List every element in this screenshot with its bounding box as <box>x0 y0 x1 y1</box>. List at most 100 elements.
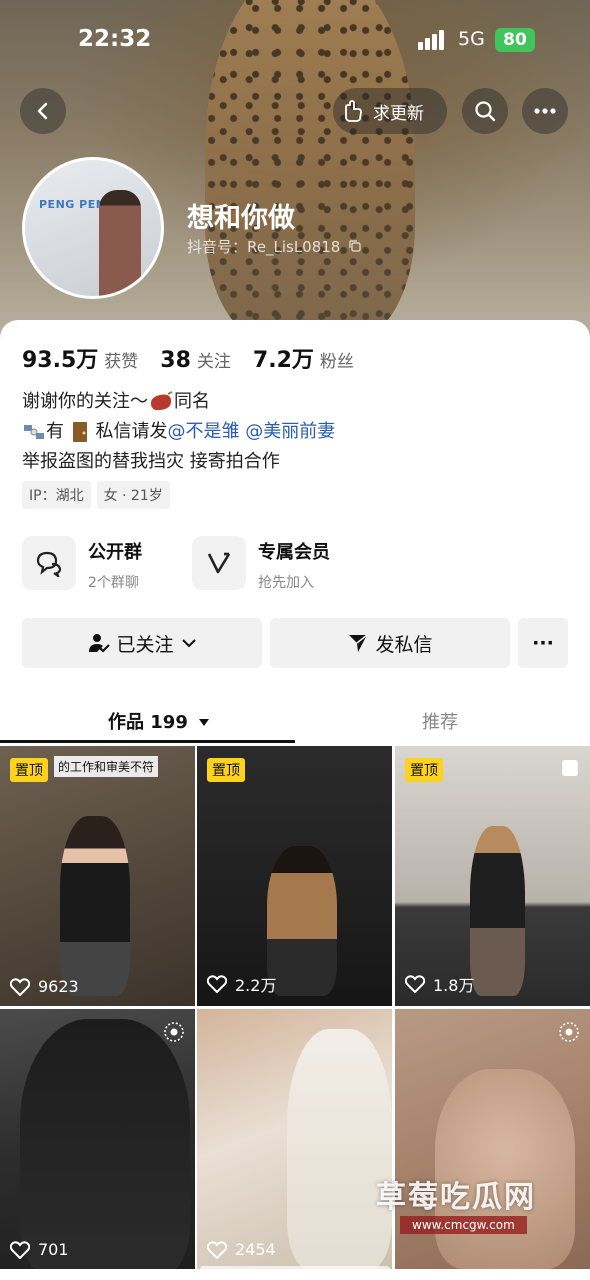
request-update-button[interactable]: 求更新 <box>333 88 447 134</box>
request-update-label: 求更新 <box>373 103 424 124</box>
public-group-entry[interactable]: 公开群 2个群聊 <box>22 536 142 592</box>
profile-handle[interactable]: 抖音号：Re_LisL0818 <box>187 236 361 257</box>
v-badge-icon <box>192 536 246 590</box>
mention-link[interactable]: @不是雏 <box>167 421 239 442</box>
stat-value: 7.2万 <box>252 348 314 373</box>
likes-count: 2.2万 <box>235 976 277 995</box>
avatar-figure <box>99 190 141 296</box>
stat-label: 粉丝 <box>319 352 354 372</box>
watermark-text: 草莓吃瓜网 <box>376 1180 536 1215</box>
pinned-badge: 置顶 <box>405 758 443 782</box>
tab-recommend[interactable]: 推荐 <box>422 708 458 734</box>
more-actions-button[interactable]: ··· <box>518 618 568 668</box>
post-image <box>470 826 525 996</box>
bio-line-1: 谢谢你的关注～ 同名 <box>22 387 210 413</box>
bio-text: 私信请发 <box>95 421 168 442</box>
user-check-icon <box>89 634 111 653</box>
stat-value: 38 <box>160 348 191 373</box>
heart-icon <box>207 1240 227 1259</box>
chat-bubbles-icon <box>22 536 76 590</box>
heart-icon <box>10 1240 30 1259</box>
send-message-button[interactable]: 发私信 <box>270 618 510 668</box>
copy-icon[interactable] <box>349 240 361 252</box>
feature-subtitle: 抢先加入 <box>258 575 314 591</box>
satellite-icon <box>24 425 44 439</box>
home-indicator[interactable] <box>200 1266 390 1272</box>
back-button[interactable] <box>20 88 66 134</box>
post-image <box>435 1069 575 1269</box>
post-likes: 2454 <box>207 1240 276 1259</box>
status-bar: 22:32 5G 80 <box>0 24 590 58</box>
post-image <box>20 1019 190 1269</box>
live-photo-icon <box>164 1022 184 1042</box>
post-likes: 2.2万 <box>207 972 276 996</box>
network-type: 5G <box>458 28 485 50</box>
more-icon: ··· <box>532 632 554 654</box>
post-thumbnail[interactable]: 置顶 1.8万 <box>395 746 590 1006</box>
battery-icon: 80 <box>495 28 535 52</box>
post-likes: 1.8万 <box>405 972 474 996</box>
door-icon <box>72 422 87 442</box>
chevron-down-icon <box>181 639 196 648</box>
membership-entry[interactable]: 专属会员 抢先加入 <box>192 536 330 592</box>
post-likes: 9623 <box>10 977 79 996</box>
live-photo-icon <box>559 1022 579 1042</box>
watermark-url: www.cmcgw.com <box>400 1216 527 1234</box>
mention-link[interactable]: @美丽前妻 <box>245 421 335 442</box>
followed-label: 已关注 <box>116 633 174 656</box>
heart-icon <box>10 977 30 996</box>
stats-row: 93.5万 获赞 38 关注 7.2万 粉丝 <box>22 342 376 374</box>
ip-tag: IP：湖北 <box>22 481 91 509</box>
heart-icon <box>207 975 227 993</box>
post-image <box>60 816 130 996</box>
avatar[interactable]: PENG PENG <box>22 157 164 299</box>
post-likes: 701 <box>10 1240 69 1259</box>
active-tab-indicator <box>0 740 295 743</box>
sweet-potato-icon <box>150 391 173 411</box>
signal-icon <box>418 30 444 50</box>
chevron-left-icon <box>37 102 48 120</box>
stat-followers[interactable]: 7.2万 粉丝 <box>253 342 354 374</box>
caret-down-icon <box>199 719 210 726</box>
more-horizontal-icon <box>534 108 556 114</box>
hand-wave-icon <box>345 100 362 122</box>
gender-age-tag: 女 · 21岁 <box>96 481 170 509</box>
stat-likes[interactable]: 93.5万 获赞 <box>22 342 138 374</box>
profile-name: 想和你做 <box>187 203 295 234</box>
stat-following[interactable]: 38 关注 <box>160 347 231 373</box>
status-time: 22:32 <box>78 26 152 52</box>
bio-text: 有 <box>46 421 64 442</box>
feature-subtitle: 2个群聊 <box>88 575 139 591</box>
bio-text: 谢谢你的关注～ <box>22 391 148 412</box>
stat-label: 关注 <box>196 352 231 372</box>
bio-line-2: 有 私信请发@不是雏 @美丽前妻 <box>22 417 335 443</box>
paper-plane-icon <box>349 634 368 652</box>
pinned-badge: 置顶 <box>207 758 245 782</box>
likes-count: 9623 <box>38 977 79 996</box>
post-image <box>287 1029 392 1269</box>
more-options-button[interactable] <box>522 88 568 134</box>
likes-count: 701 <box>38 1240 69 1259</box>
tab-label: 作品 199 <box>108 712 188 733</box>
heart-icon <box>405 975 425 993</box>
feature-title: 公开群 <box>88 542 142 563</box>
search-icon <box>475 101 496 122</box>
stat-label: 获赞 <box>104 352 139 372</box>
tab-works[interactable]: 作品 199 <box>108 708 210 734</box>
content-tabs: 作品 199 推荐 <box>0 700 590 744</box>
post-thumbnail[interactable]: 701 <box>0 1009 195 1269</box>
search-button[interactable] <box>462 88 508 134</box>
post-thumbnail[interactable]: 置顶 的工作和审美不符 9623 <box>0 746 195 1006</box>
likes-count: 1.8万 <box>433 976 475 995</box>
followed-button[interactable]: 已关注 <box>22 618 262 668</box>
likes-count: 2454 <box>235 1240 276 1259</box>
post-image <box>267 846 337 996</box>
post-thumbnail[interactable]: 2454 <box>197 1009 392 1269</box>
post-thumbnail[interactable]: 置顶 2.2万 <box>197 746 392 1006</box>
feature-title: 专属会员 <box>258 542 330 563</box>
send-message-label: 发私信 <box>375 633 433 656</box>
post-caption: 的工作和审美不符 <box>54 756 159 777</box>
bio-text: 同名 <box>174 391 210 412</box>
profile-tags: IP：湖北 女 · 21岁 <box>22 481 176 509</box>
handle-text: 抖音号：Re_LisL0818 <box>187 238 341 256</box>
